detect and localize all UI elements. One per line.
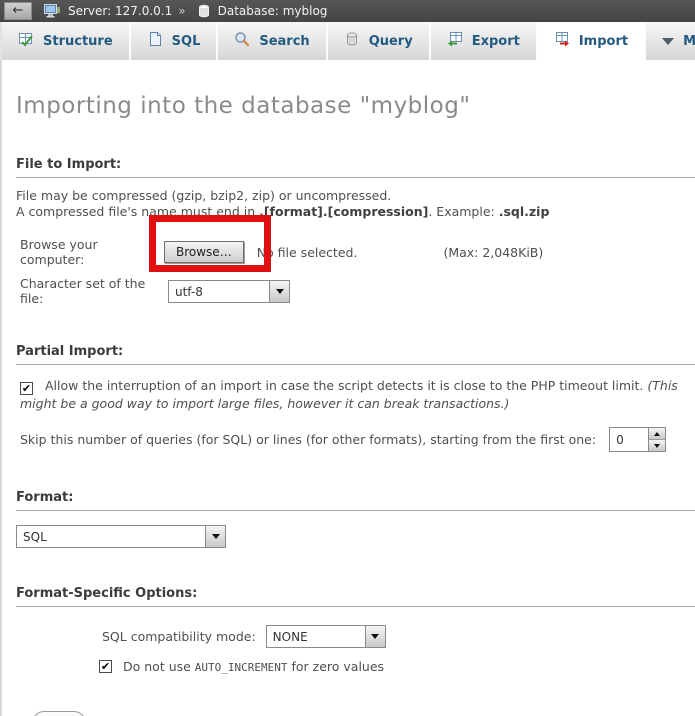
- allow-interruption-row: Allow the interruption of an import in c…: [16, 377, 695, 412]
- compression-line2-prefix: A compressed file's name must end in: [16, 204, 259, 219]
- compression-line1: File may be compressed (gzip, bzip2, zip…: [16, 188, 391, 203]
- charset-row: Character set of the file: utf-8: [16, 276, 695, 306]
- sql-icon: [147, 31, 163, 51]
- format-selected-value: SQL: [17, 526, 205, 547]
- tab-structure[interactable]: Structure: [2, 22, 131, 60]
- section-heading-file-to-import: File to Import:: [16, 157, 695, 178]
- compression-help-text: File may be compressed (gzip, bzip2, zip…: [16, 188, 695, 220]
- breadcrumb-separator: »: [178, 4, 185, 18]
- back-button[interactable]: ←: [4, 2, 32, 20]
- tab-export[interactable]: Export: [431, 22, 538, 60]
- breadcrumb-database[interactable]: Database: myblog: [218, 4, 328, 18]
- structure-icon: [18, 31, 34, 51]
- select-arrow-icon: [365, 626, 385, 647]
- stepper-down-button[interactable]: [649, 440, 665, 451]
- compression-line2-mid: . Example:: [428, 204, 498, 219]
- skip-queries-label: Skip this number of queries (for SQL) or…: [20, 432, 596, 447]
- query-icon: [344, 31, 360, 51]
- main-content: Importing into the database "myblog" Fil…: [0, 60, 695, 716]
- file-upload-row: Browse your computer: Browse… No file se…: [16, 237, 695, 267]
- database-icon: [198, 4, 210, 18]
- tab-search[interactable]: Search: [218, 22, 327, 60]
- sql-compatibility-row: SQL compatibility mode: NONE: [16, 625, 695, 648]
- sql-compatibility-select[interactable]: NONE: [266, 625, 386, 648]
- skip-queries-value: 0: [610, 428, 648, 451]
- sql-compatibility-value: NONE: [267, 626, 365, 647]
- auto-increment-checkbox[interactable]: [99, 660, 112, 673]
- tab-label: Import: [579, 34, 628, 49]
- tab-label: Query: [369, 34, 413, 49]
- tab-import[interactable]: Import: [538, 22, 646, 60]
- section-heading-partial-import: Partial Import:: [16, 344, 695, 365]
- tab-bar: Structure SQL Search: [0, 22, 695, 60]
- stepper-buttons: [648, 428, 665, 451]
- format-select-row: SQL: [16, 525, 695, 548]
- allow-interruption-checkbox[interactable]: [20, 382, 33, 395]
- skip-queries-stepper[interactable]: 0: [609, 427, 666, 452]
- import-icon: [554, 31, 570, 51]
- search-icon: [234, 31, 250, 51]
- format-select[interactable]: SQL: [16, 525, 226, 548]
- breadcrumb-bar: ← Server: 127.0.0.1 » Database: myblog: [0, 0, 695, 22]
- export-icon: [447, 31, 463, 51]
- breadcrumb-server[interactable]: Server: 127.0.0.1: [68, 4, 172, 18]
- charset-select[interactable]: utf-8: [168, 280, 290, 303]
- charset-label: Character set of the file:: [16, 276, 168, 306]
- auto-increment-code: AUTO_INCREMENT: [195, 661, 288, 674]
- tab-label: Search: [259, 34, 309, 49]
- skip-queries-row: Skip this number of queries (for SQL) or…: [16, 427, 695, 452]
- tab-label: Export: [472, 34, 520, 49]
- tab-label: More: [683, 34, 695, 49]
- section-heading-format-options: Format-Specific Options:: [16, 586, 695, 607]
- format-compression-pattern: .[format].[compression]: [259, 204, 428, 219]
- no-file-selected-text: No file selected.: [257, 245, 358, 260]
- auto-increment-text: Do not use AUTO_INCREMENT for zero value…: [123, 659, 384, 674]
- select-arrow-icon: [205, 526, 225, 547]
- charset-selected-value: utf-8: [169, 281, 269, 302]
- browse-label: Browse your computer:: [16, 237, 164, 267]
- browse-button[interactable]: Browse…: [164, 241, 244, 263]
- sql-compatibility-label: SQL compatibility mode:: [102, 629, 256, 644]
- max-upload-size: (Max: 2,048KiB): [443, 245, 543, 260]
- tab-label: SQL: [172, 34, 201, 49]
- section-heading-format: Format:: [16, 490, 695, 511]
- server-icon: [44, 4, 60, 18]
- tab-more[interactable]: More: [646, 22, 695, 60]
- example-filename: .sql.zip: [499, 204, 550, 219]
- tab-query[interactable]: Query: [328, 22, 431, 60]
- go-button[interactable]: Go: [32, 711, 86, 716]
- stepper-up-button[interactable]: [649, 428, 665, 440]
- chevron-down-icon: [662, 38, 674, 45]
- tab-label: Structure: [43, 34, 113, 49]
- page-title: Importing into the database "myblog": [16, 60, 695, 119]
- allow-interruption-text: Allow the interruption of an import in c…: [45, 378, 647, 393]
- auto-increment-row: Do not use AUTO_INCREMENT for zero value…: [16, 659, 695, 674]
- phpmyadmin-import-page: ← Server: 127.0.0.1 » Database: myblog: [0, 0, 695, 716]
- tab-sql[interactable]: SQL: [131, 22, 219, 60]
- select-arrow-icon: [269, 281, 289, 302]
